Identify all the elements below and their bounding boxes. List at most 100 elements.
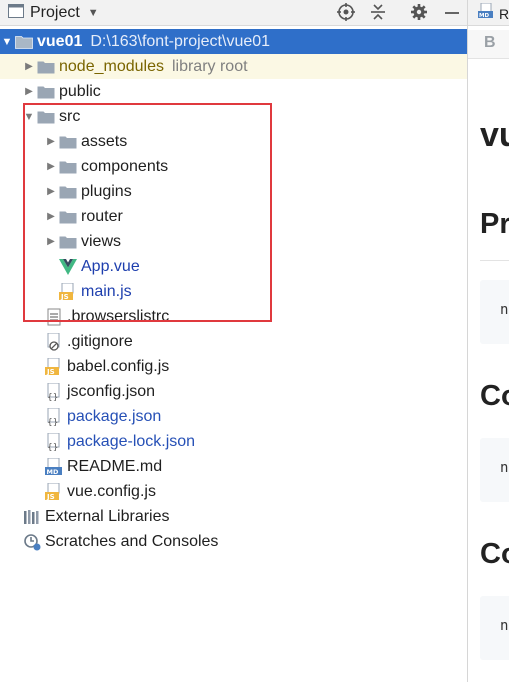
tree-row-external-libraries[interactable]: External Libraries — [0, 504, 467, 529]
folder-icon — [14, 33, 34, 51]
expand-arrow-icon[interactable]: ▶ — [22, 54, 36, 79]
editor-panel: MD R B vu Pr n Co n Co n — [467, 0, 509, 682]
markdown-toolbar: B — [468, 30, 509, 59]
preview-heading-2: Co — [480, 538, 509, 570]
tree-row-vue-config[interactable]: JS vue.config.js — [0, 479, 467, 504]
expand-arrow-icon[interactable]: ▶ — [22, 79, 36, 104]
svg-text:MD: MD — [479, 13, 489, 19]
tree-row-node-modules[interactable]: ▶ node_modules library root — [0, 54, 467, 79]
svg-text:JS: JS — [60, 293, 69, 301]
folder-icon — [36, 58, 56, 76]
expand-arrow-icon[interactable]: ▼ — [0, 29, 14, 54]
js-file-icon: JS — [44, 357, 64, 376]
tree-row-router[interactable]: ▶ router — [0, 204, 467, 229]
svg-text:JS: JS — [46, 368, 55, 376]
file-label: .browserslistrc — [67, 307, 170, 325]
tree-row-readme[interactable]: MD README.md — [0, 454, 467, 479]
svg-text:JS: JS — [46, 493, 55, 501]
expand-arrow-icon[interactable]: ▶ — [44, 204, 58, 229]
json-file-icon: {} — [44, 407, 64, 426]
file-label: package.json — [67, 407, 162, 425]
code-text: n — [500, 302, 509, 318]
preview-heading-2: Co — [480, 380, 509, 412]
vue-file-icon — [58, 258, 78, 276]
project-window-icon — [8, 3, 24, 23]
chevron-down-icon: ▼ — [87, 7, 99, 19]
target-icon[interactable] — [336, 2, 356, 22]
ignore-file-icon — [44, 332, 64, 351]
project-tree: ▼ vue01 D:\163\font-project\vue01 ▶ node… — [0, 29, 467, 554]
tree-row-plugins[interactable]: ▶ plugins — [0, 179, 467, 204]
project-toolbar: Project ▼ — [0, 0, 467, 26]
expand-arrow-icon[interactable]: ▶ — [44, 179, 58, 204]
library-icon — [22, 508, 42, 526]
svg-text:{}: {} — [47, 443, 58, 451]
expand-arrow-icon[interactable]: ▶ — [44, 154, 58, 179]
expand-arrow-icon[interactable]: ▼ — [22, 104, 36, 129]
folder-icon — [58, 208, 78, 226]
folder-icon — [36, 108, 56, 126]
gear-icon[interactable] — [409, 2, 429, 22]
file-label: vue.config.js — [67, 482, 156, 500]
tree-row-vue01[interactable]: ▼ vue01 D:\163\font-project\vue01 — [0, 29, 467, 54]
folder-icon — [36, 83, 56, 101]
folder-label: src — [59, 107, 81, 125]
project-title: Project — [30, 4, 80, 21]
file-label: main.js — [81, 282, 132, 300]
tree-row-assets[interactable]: ▶ assets — [0, 129, 467, 154]
folder-label: assets — [81, 132, 128, 150]
tree-row-main-js[interactable]: JS main.js — [0, 279, 467, 304]
js-file-icon: JS — [44, 482, 64, 501]
project-panel: Project ▼ ▼ vue01 D:\163\font-project\vu… — [0, 0, 467, 682]
code-text: n — [500, 618, 509, 634]
folder-label: components — [81, 157, 169, 175]
tree-label: Scratches and Consoles — [45, 532, 219, 550]
code-block: n — [480, 438, 509, 502]
json-file-icon: {} — [44, 382, 64, 401]
project-view-selector[interactable]: Project ▼ — [8, 3, 99, 23]
tree-row-gitignore[interactable]: .gitignore — [0, 329, 467, 354]
folder-icon — [58, 158, 78, 176]
svg-text:{}: {} — [47, 393, 58, 401]
folder-icon — [58, 133, 78, 151]
expand-arrow-icon[interactable]: ▶ — [44, 129, 58, 154]
folder-label: public — [59, 82, 101, 100]
folder-label: node_modules — [59, 57, 164, 75]
minimize-icon[interactable] — [442, 2, 462, 22]
file-label: .gitignore — [67, 332, 133, 350]
tree-row-babel-config[interactable]: JS babel.config.js — [0, 354, 467, 379]
svg-text:MD: MD — [47, 468, 59, 476]
folder-icon — [58, 183, 78, 201]
text-file-icon — [44, 308, 64, 326]
preview-heading-2: Pr — [480, 208, 509, 240]
heading-divider — [480, 260, 509, 261]
file-label: README.md — [67, 457, 163, 475]
collapse-all-icon[interactable] — [368, 2, 388, 22]
json-file-icon: {} — [44, 432, 64, 451]
tree-row-package-lock[interactable]: {} package-lock.json — [0, 429, 467, 454]
markdown-file-icon: MD — [478, 2, 494, 24]
tree-row-public[interactable]: ▶ public — [0, 79, 467, 104]
tree-row-package-json[interactable]: {} package.json — [0, 404, 467, 429]
file-label: package-lock.json — [67, 432, 196, 450]
tree-row-components[interactable]: ▶ components — [0, 154, 467, 179]
file-label: jsconfig.json — [67, 382, 156, 400]
library-root-hint: library root — [171, 57, 248, 75]
folder-label: router — [81, 207, 123, 225]
file-label: babel.config.js — [67, 357, 170, 375]
folder-label: views — [81, 232, 122, 250]
tree-row-scratches[interactable]: Scratches and Consoles — [0, 529, 467, 554]
tree-row-browserslistrc[interactable]: .browserslistrc — [0, 304, 467, 329]
tree-row-views[interactable]: ▶ views — [0, 229, 467, 254]
project-root-path: D:\163\font-project\vue01 — [90, 32, 271, 50]
js-file-icon: JS — [58, 282, 78, 301]
tree-row-jsconfig[interactable]: {} jsconfig.json — [0, 379, 467, 404]
tree-label: External Libraries — [45, 507, 170, 525]
tree-row-src[interactable]: ▼ src — [0, 104, 467, 129]
code-block: n — [480, 280, 509, 344]
editor-tab-label: R — [499, 5, 509, 22]
expand-arrow-icon[interactable]: ▶ — [44, 229, 58, 254]
editor-tab-readme[interactable]: MD R — [478, 2, 509, 24]
tree-row-app-vue[interactable]: App.vue — [0, 254, 467, 279]
bold-button[interactable]: B — [484, 34, 496, 52]
